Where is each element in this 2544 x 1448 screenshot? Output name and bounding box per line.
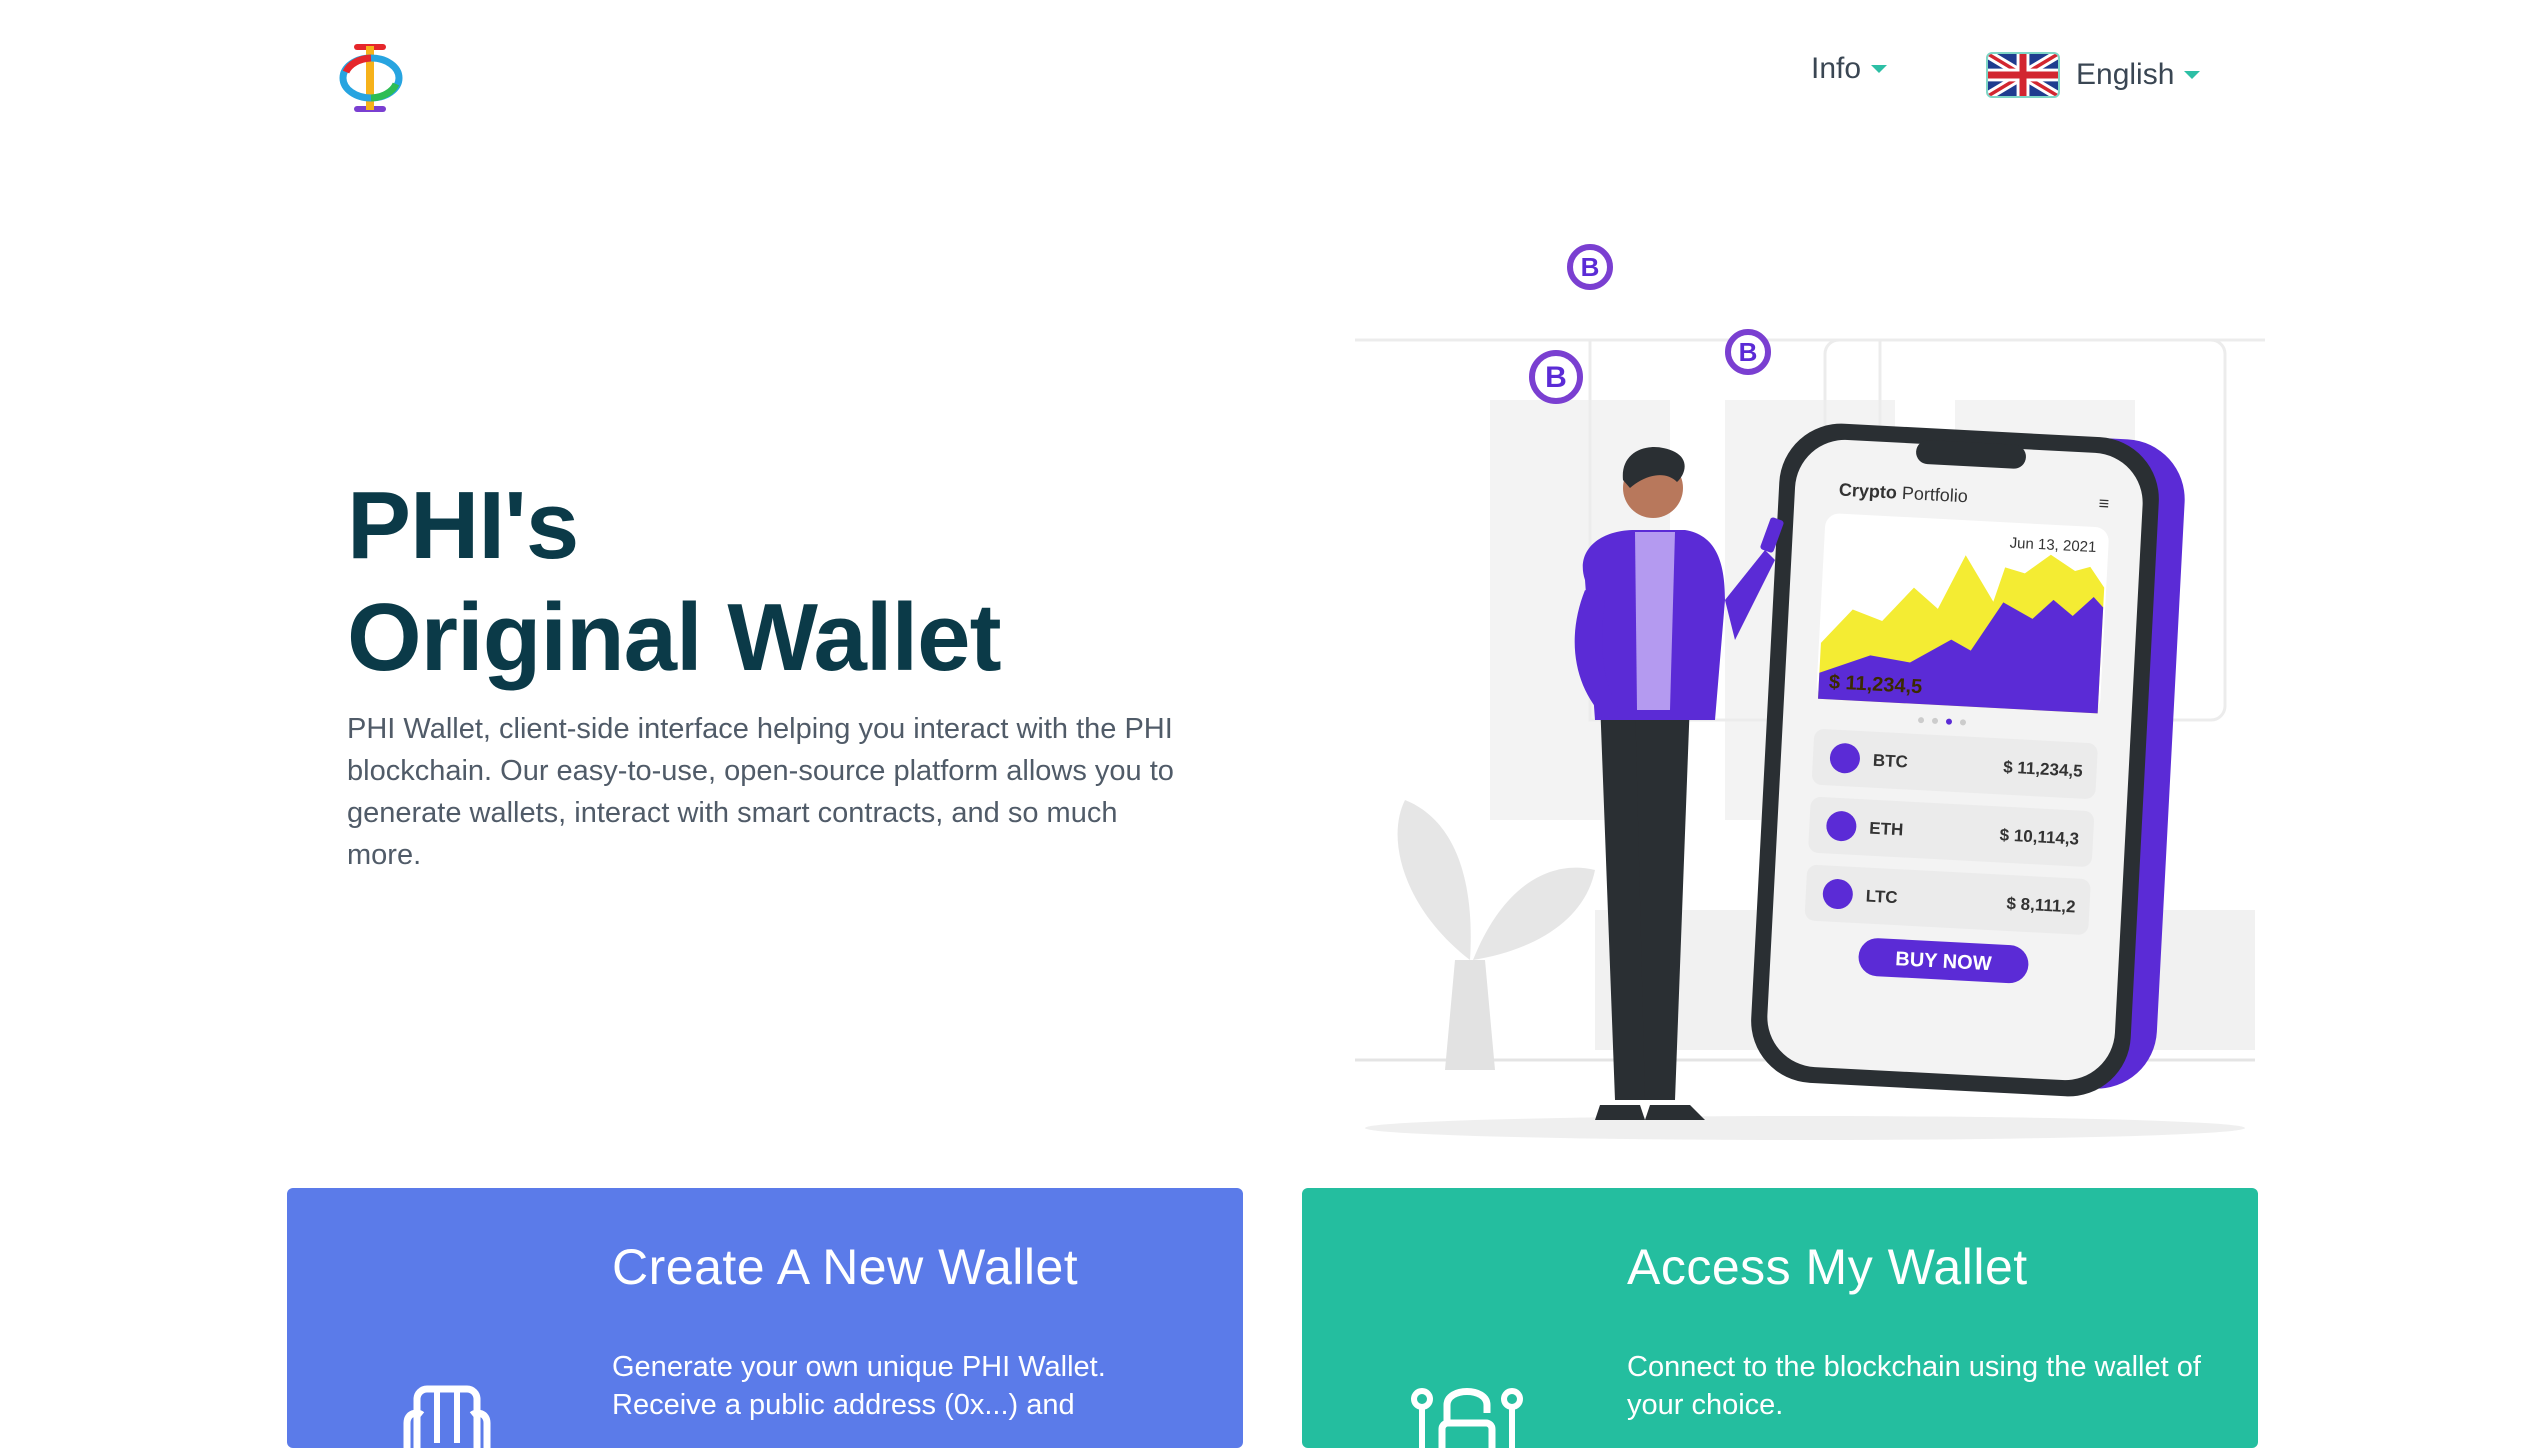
phi-logo-icon[interactable] (338, 42, 404, 114)
svg-text:B: B (1739, 337, 1758, 367)
bitcoin-icon: B (1529, 350, 1583, 404)
hero-title-line1: PHI's (347, 472, 579, 579)
caret-down-icon (1871, 65, 1888, 73)
wallet-icon (403, 1385, 491, 1448)
info-menu[interactable]: Info (1811, 52, 1888, 86)
access-wallet-title: Access My Wallet (1627, 1239, 2028, 1295)
unlock-icon (1411, 1388, 1523, 1448)
svg-text:B: B (1581, 252, 1600, 282)
coin-symbol: LTC (1865, 887, 1898, 908)
access-wallet-card[interactable]: Access My Wallet Connect to the blockcha… (1302, 1188, 2258, 1448)
language-label: English (2076, 58, 2175, 91)
coin-symbol: ETH (1869, 819, 1904, 840)
info-menu-label: Info (1811, 52, 1862, 85)
uk-flag-icon (1986, 52, 2060, 98)
svg-text:≡: ≡ (2098, 493, 2110, 514)
language-selector[interactable]: English (1986, 52, 2201, 98)
hero-title: PHI's Original Wallet (347, 470, 1002, 694)
create-wallet-title: Create A New Wallet (612, 1239, 1079, 1295)
bitcoin-icon: B (1725, 329, 1771, 375)
hero-title-line2: Original Wallet (347, 584, 1002, 691)
coin-symbol: BTC (1872, 751, 1908, 772)
hero-illustration: B B B Crypto Portfolio ≡ Jun 13, 2021 $ … (1345, 220, 2265, 1140)
access-wallet-text: Connect to the blockchain using the wall… (1627, 1351, 2201, 1421)
coin-price: $ 8,111,2 (2006, 894, 2076, 917)
create-wallet-text: Generate your own unique PHI Wallet. Rec… (612, 1351, 1106, 1421)
phone-title-bold: Crypto (1838, 480, 1897, 503)
hero-description: PHI Wallet, client-side interface helpin… (347, 713, 1174, 871)
caret-down-icon (2184, 71, 2201, 79)
bitcoin-icon: B (1567, 244, 1613, 290)
phone-title-rest: Portfolio (1896, 483, 1968, 507)
create-wallet-card[interactable]: Create A New Wallet Generate your own un… (287, 1188, 1243, 1448)
svg-text:B: B (1545, 361, 1567, 394)
